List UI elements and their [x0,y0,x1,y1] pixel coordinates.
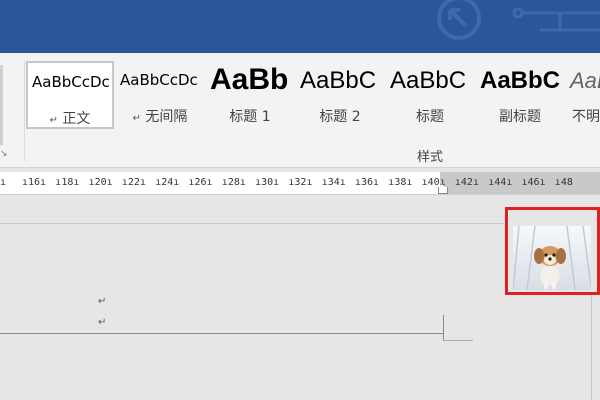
style-name: 标题 [416,109,444,125]
ruler-number: ı44ı [488,177,513,188]
style-sample: AaBbCcDc [32,73,110,91]
style-sample: AaBb [210,63,289,96]
title-bar [0,0,600,53]
style-name: 不明 [572,109,600,125]
style-sample: AaBbC [480,67,561,94]
ribbon-styles-group: ↘ AaBbCcDc ↵ 正文 AaBbCcDc ↵ 无间隔 AaBb 标题 1… [0,53,600,168]
style-sample: AaBbC [390,67,467,94]
style-name: 标题 2 [319,109,361,125]
ribbon-left-scroll [0,65,3,145]
right-indent-base-icon[interactable] [438,187,448,194]
style-name: ↵ 无间隔 [132,109,188,125]
ruler-number: ı28ı [221,177,246,188]
style-subtle[interactable]: AaBbC 不明 [566,61,600,129]
title-bar-decoration-icon [437,0,600,40]
ruler-number: ı42ı [454,177,479,188]
style-sample: AaBbCcDc [120,71,198,89]
ruler-number: ı22ı [121,177,146,188]
horizontal-ruler[interactable]: ı ı16ı ı18ı ı20ı ı22ı ı24ı ı26ı ı28ı ı30ı ı32ı ı34… [0,172,600,195]
style-sample: AaBbC [570,68,600,93]
style-name: ↵ 正文 [49,111,91,127]
style-heading-1[interactable]: AaBb 标题 1 [206,61,294,129]
styles-group-label: 样式 [416,150,443,165]
ruler-number: ı18ı [55,177,80,188]
ruler-tick: ı [0,177,7,188]
page-bottom-line [0,333,443,334]
header-boundary-line [0,223,592,224]
style-sample: AaBbC [300,67,377,94]
ruler-number: ı46ı [521,177,546,188]
style-subtitle[interactable]: AaBbC 副标题 [476,61,564,129]
style-heading-2[interactable]: AaBbC 标题 2 [296,61,384,129]
style-name: 副标题 [499,109,541,125]
margin-crop-mark [443,340,473,341]
ruler-number: ı32ı [288,177,313,188]
ruler-number: ı16ı [22,177,47,188]
ruler-number: ı48 [554,177,573,188]
style-normal[interactable]: AaBbCcDc ↵ 正文 [26,61,114,129]
ruler-number: ı36ı [355,177,380,188]
ruler-number: ı34ı [321,177,346,188]
ruler-number: ı24ı [155,177,180,188]
style-name: 标题 1 [229,109,271,125]
style-title[interactable]: AaBbC 标题 [386,61,474,129]
paragraph-mark: ↵ [98,296,107,307]
ruler-number: ı26ı [188,177,213,188]
style-no-spacing[interactable]: AaBbCcDc ↵ 无间隔 [116,61,204,129]
ruler-numbers: ı ı16ı ı18ı ı20ı ı22ı ı24ı ı26ı ı28ı ı30ı ı32ı ı34… [0,172,600,194]
ruler-number: ı38ı [388,177,413,188]
highlighted-image-frame[interactable] [505,207,600,295]
ruler-number: ı30ı [255,177,280,188]
margin-crop-mark [443,315,444,341]
paragraph-mark: ↵ [98,317,107,328]
ruler-number: ı20ı [88,177,113,188]
puppy-photo-icon[interactable] [513,226,591,290]
